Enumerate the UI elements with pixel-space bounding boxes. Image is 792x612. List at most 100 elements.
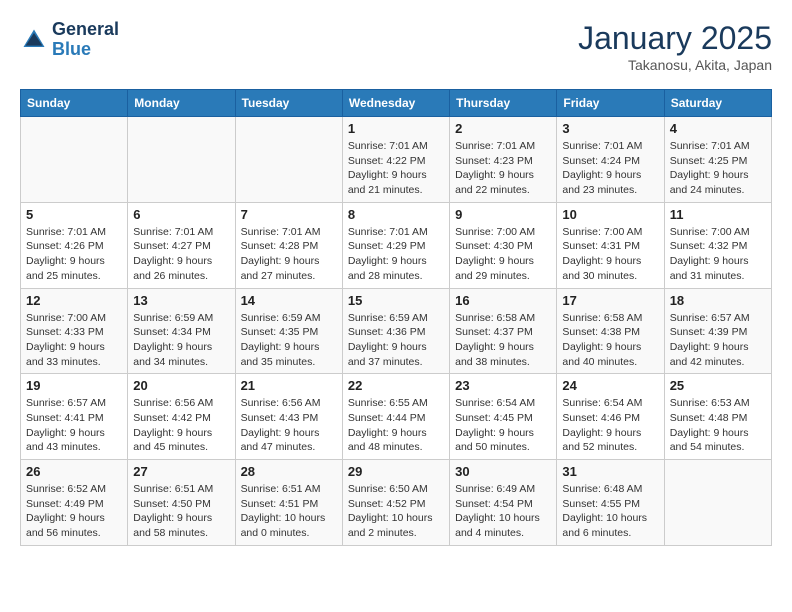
day-number: 14 <box>241 293 337 308</box>
calendar-cell: 22 Sunrise: 6:55 AMSunset: 4:44 PMDayligh… <box>342 374 449 460</box>
calendar-cell: 13 Sunrise: 6:59 AMSunset: 4:34 PMDayligh… <box>128 288 235 374</box>
calendar-cell <box>664 460 771 546</box>
weekday-header-wednesday: Wednesday <box>342 90 449 117</box>
calendar-cell <box>128 117 235 203</box>
calendar-cell: 19Sunrise: 6:57 AMSunset: 4:41 PMDayligh… <box>21 374 128 460</box>
day-info: Sunrise: 6:59 AMSunset: 4:34 PMDaylight:… <box>133 311 229 370</box>
logo-text: General Blue <box>52 20 119 60</box>
day-info: Sunrise: 7:01 AMSunset: 4:25 PMDaylight:… <box>670 139 766 198</box>
calendar-cell: 17 Sunrise: 6:58 AMSunset: 4:38 PMDayligh… <box>557 288 664 374</box>
day-info: Sunrise: 6:58 AMSunset: 4:38 PMDaylight:… <box>562 311 658 370</box>
day-number: 28 <box>241 464 337 479</box>
calendar-cell: 21 Sunrise: 6:56 AMSunset: 4:43 PMDayligh… <box>235 374 342 460</box>
day-number: 15 <box>348 293 444 308</box>
day-info: Sunrise: 6:54 AMSunset: 4:45 PMDaylight:… <box>455 396 551 455</box>
logo-line2: Blue <box>52 40 119 60</box>
day-info: Sunrise: 7:01 AMSunset: 4:23 PMDaylight:… <box>455 139 551 198</box>
weekday-header-saturday: Saturday <box>664 90 771 117</box>
day-number: 4 <box>670 121 766 136</box>
day-number: 25 <box>670 378 766 393</box>
calendar-cell: 14 Sunrise: 6:59 AMSunset: 4:35 PMDayligh… <box>235 288 342 374</box>
day-number: 18 <box>670 293 766 308</box>
calendar-cell <box>21 117 128 203</box>
calendar-cell: 10Sunrise: 7:00 AMSunset: 4:31 PMDayligh… <box>557 202 664 288</box>
page-header: General Blue January 2025 Takanosu, Akit… <box>20 20 772 73</box>
day-info: Sunrise: 6:54 AMSunset: 4:46 PMDaylight:… <box>562 396 658 455</box>
calendar-cell: 9Sunrise: 7:00 AMSunset: 4:30 PMDaylight… <box>450 202 557 288</box>
calendar-cell: 11 Sunrise: 7:00 AMSunset: 4:32 PMDayligh… <box>664 202 771 288</box>
day-info: Sunrise: 6:59 AMSunset: 4:35 PMDaylight:… <box>241 311 337 370</box>
calendar-cell: 8 Sunrise: 7:01 AMSunset: 4:29 PMDaylight… <box>342 202 449 288</box>
day-number: 2 <box>455 121 551 136</box>
calendar-cell: 7 Sunrise: 7:01 AMSunset: 4:28 PMDaylight… <box>235 202 342 288</box>
calendar-cell: 25 Sunrise: 6:53 AMSunset: 4:48 PMDayligh… <box>664 374 771 460</box>
day-info: Sunrise: 6:52 AMSunset: 4:49 PMDaylight:… <box>26 482 122 541</box>
day-info: Sunrise: 6:58 AMSunset: 4:37 PMDaylight:… <box>455 311 551 370</box>
day-info: Sunrise: 6:51 AMSunset: 4:50 PMDaylight:… <box>133 482 229 541</box>
day-number: 10 <box>562 207 658 222</box>
calendar-cell: 18 Sunrise: 6:57 AMSunset: 4:39 PMDayligh… <box>664 288 771 374</box>
day-info: Sunrise: 6:59 AMSunset: 4:36 PMDaylight:… <box>348 311 444 370</box>
day-number: 26 <box>26 464 122 479</box>
calendar-week-5: 26 Sunrise: 6:52 AMSunset: 4:49 PMDayligh… <box>21 460 772 546</box>
day-info: Sunrise: 6:55 AMSunset: 4:44 PMDaylight:… <box>348 396 444 455</box>
day-number: 1 <box>348 121 444 136</box>
calendar-cell: 31 Sunrise: 6:48 AMSunset: 4:55 PMDayligh… <box>557 460 664 546</box>
calendar-cell: 15 Sunrise: 6:59 AMSunset: 4:36 PMDayligh… <box>342 288 449 374</box>
calendar-week-1: 1 Sunrise: 7:01 AMSunset: 4:22 PMDaylight… <box>21 117 772 203</box>
day-info: Sunrise: 7:01 AMSunset: 4:26 PMDaylight:… <box>26 225 122 284</box>
calendar-cell: 30Sunrise: 6:49 AMSunset: 4:54 PMDayligh… <box>450 460 557 546</box>
calendar-cell: 12Sunrise: 7:00 AMSunset: 4:33 PMDayligh… <box>21 288 128 374</box>
calendar-cell: 16 Sunrise: 6:58 AMSunset: 4:37 PMDayligh… <box>450 288 557 374</box>
day-info: Sunrise: 7:00 AMSunset: 4:32 PMDaylight:… <box>670 225 766 284</box>
day-number: 24 <box>562 378 658 393</box>
day-number: 5 <box>26 207 122 222</box>
title-block: January 2025 Takanosu, Akita, Japan <box>578 20 772 73</box>
day-number: 31 <box>562 464 658 479</box>
day-number: 19 <box>26 378 122 393</box>
day-number: 21 <box>241 378 337 393</box>
day-number: 22 <box>348 378 444 393</box>
weekday-header-row: SundayMondayTuesdayWednesdayThursdayFrid… <box>21 90 772 117</box>
day-info: Sunrise: 7:01 AMSunset: 4:27 PMDaylight:… <box>133 225 229 284</box>
day-info: Sunrise: 6:50 AMSunset: 4:52 PMDaylight:… <box>348 482 444 541</box>
month-title: January 2025 <box>578 20 772 57</box>
day-info: Sunrise: 6:53 AMSunset: 4:48 PMDaylight:… <box>670 396 766 455</box>
calendar-cell: 23 Sunrise: 6:54 AMSunset: 4:45 PMDayligh… <box>450 374 557 460</box>
day-number: 11 <box>670 207 766 222</box>
weekday-header-tuesday: Tuesday <box>235 90 342 117</box>
day-info: Sunrise: 6:56 AMSunset: 4:43 PMDaylight:… <box>241 396 337 455</box>
day-info: Sunrise: 7:01 AMSunset: 4:29 PMDaylight:… <box>348 225 444 284</box>
day-number: 3 <box>562 121 658 136</box>
weekday-header-thursday: Thursday <box>450 90 557 117</box>
day-number: 13 <box>133 293 229 308</box>
day-number: 23 <box>455 378 551 393</box>
day-number: 16 <box>455 293 551 308</box>
location-subtitle: Takanosu, Akita, Japan <box>578 57 772 73</box>
calendar-body: 1 Sunrise: 7:01 AMSunset: 4:22 PMDaylight… <box>21 117 772 546</box>
day-number: 17 <box>562 293 658 308</box>
day-info: Sunrise: 7:01 AMSunset: 4:22 PMDaylight:… <box>348 139 444 198</box>
day-number: 7 <box>241 207 337 222</box>
calendar-cell: 28Sunrise: 6:51 AMSunset: 4:51 PMDayligh… <box>235 460 342 546</box>
calendar-cell: 5 Sunrise: 7:01 AMSunset: 4:26 PMDaylight… <box>21 202 128 288</box>
day-number: 27 <box>133 464 229 479</box>
day-number: 9 <box>455 207 551 222</box>
day-number: 30 <box>455 464 551 479</box>
calendar-table: SundayMondayTuesdayWednesdayThursdayFrid… <box>20 89 772 546</box>
logo-line1: General <box>52 20 119 40</box>
calendar-week-3: 12Sunrise: 7:00 AMSunset: 4:33 PMDayligh… <box>21 288 772 374</box>
calendar-cell: 24 Sunrise: 6:54 AMSunset: 4:46 PMDayligh… <box>557 374 664 460</box>
calendar-week-2: 5 Sunrise: 7:01 AMSunset: 4:26 PMDaylight… <box>21 202 772 288</box>
day-number: 8 <box>348 207 444 222</box>
calendar-header: SundayMondayTuesdayWednesdayThursdayFrid… <box>21 90 772 117</box>
day-info: Sunrise: 6:57 AMSunset: 4:39 PMDaylight:… <box>670 311 766 370</box>
calendar-week-4: 19Sunrise: 6:57 AMSunset: 4:41 PMDayligh… <box>21 374 772 460</box>
day-info: Sunrise: 6:48 AMSunset: 4:55 PMDaylight:… <box>562 482 658 541</box>
weekday-header-sunday: Sunday <box>21 90 128 117</box>
calendar-cell: 29Sunrise: 6:50 AMSunset: 4:52 PMDayligh… <box>342 460 449 546</box>
calendar-cell: 4 Sunrise: 7:01 AMSunset: 4:25 PMDaylight… <box>664 117 771 203</box>
day-info: Sunrise: 7:01 AMSunset: 4:28 PMDaylight:… <box>241 225 337 284</box>
day-info: Sunrise: 7:00 AMSunset: 4:33 PMDaylight:… <box>26 311 122 370</box>
day-info: Sunrise: 6:56 AMSunset: 4:42 PMDaylight:… <box>133 396 229 455</box>
